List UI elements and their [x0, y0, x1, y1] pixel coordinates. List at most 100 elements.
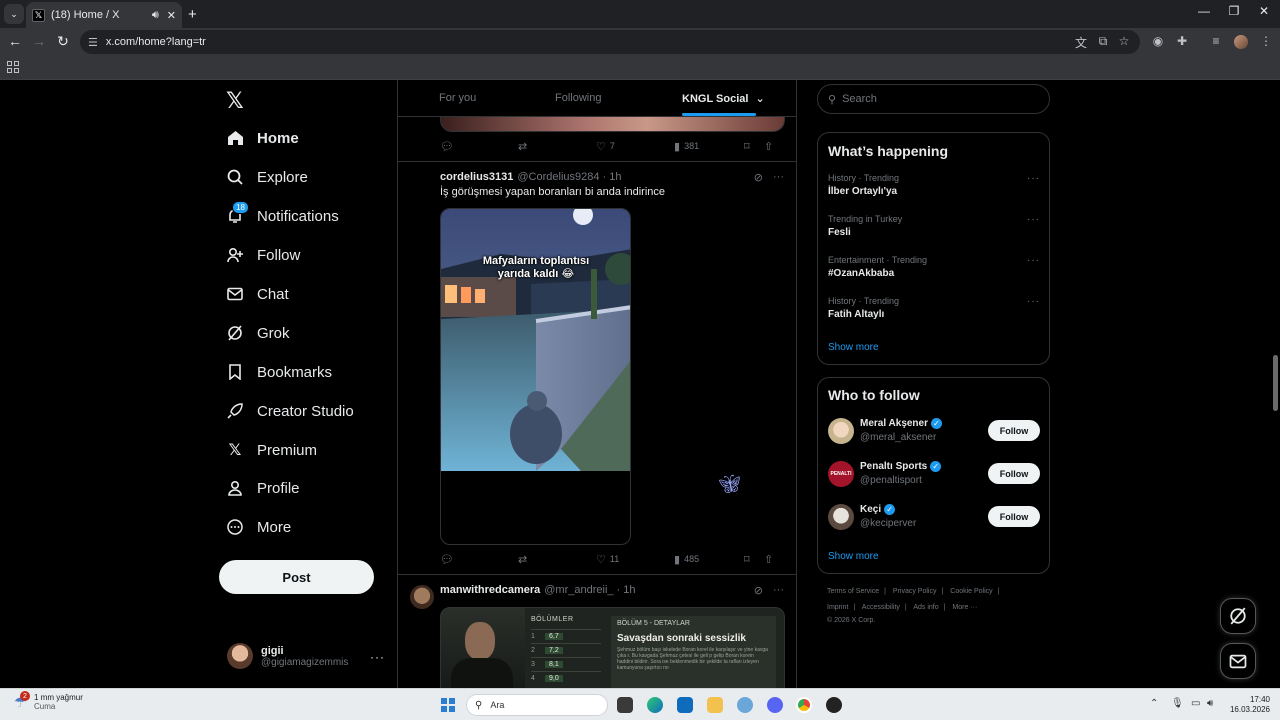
- minimize-button[interactable]: —: [1194, 4, 1214, 18]
- bookmark-button[interactable]: ⌑: [744, 140, 764, 153]
- views-button[interactable]: ▮ 381: [674, 140, 744, 153]
- tab-following[interactable]: Following: [555, 92, 601, 104]
- bookmark-button[interactable]: ⌑: [744, 553, 764, 566]
- grok-icon[interactable]: ⊘: [754, 584, 763, 597]
- tweet-author[interactable]: manwithredcamera: [440, 584, 540, 596]
- page-scrollbar[interactable]: [1270, 80, 1280, 688]
- nav-profile[interactable]: Profile: [226, 474, 300, 502]
- views-button[interactable]: ▮ 485: [674, 553, 744, 566]
- browser-tab[interactable]: 𝕏 (18) Home / X 🔊︎ ✕: [26, 2, 182, 28]
- tweet-time[interactable]: · 1h: [617, 584, 636, 596]
- nav-explore[interactable]: Explore: [226, 163, 308, 191]
- trend-item[interactable]: Entertainment · Trending #OzanAkbaba ···: [828, 255, 1040, 279]
- trend-item[interactable]: History · Trending Fatih Altaylı ···: [828, 296, 1040, 320]
- tweet-handle[interactable]: @mr_andreii_: [544, 584, 613, 596]
- show-more-link[interactable]: Show more: [828, 342, 879, 353]
- tab-search-button[interactable]: ⌄: [4, 4, 24, 24]
- search-input[interactable]: ⚲ Search: [817, 84, 1050, 114]
- task-view-icon[interactable]: [617, 697, 633, 713]
- site-info-icon[interactable]: ☰: [88, 36, 98, 49]
- file-explorer-icon[interactable]: [707, 697, 723, 713]
- follow-suggestion[interactable]: Keçi ✓ @keciperver Follow: [828, 502, 1040, 532]
- footer-link[interactable]: Ads info: [913, 604, 938, 611]
- previous-tweet-media[interactable]: [440, 116, 785, 132]
- scrollbar-thumb[interactable]: [1273, 355, 1278, 411]
- media-icon[interactable]: ≡: [1208, 34, 1224, 48]
- nav-home[interactable]: Home: [226, 124, 299, 152]
- taskbar-search[interactable]: ⚲ Ara: [466, 694, 608, 716]
- reload-button[interactable]: ↻: [54, 33, 72, 50]
- repost-button[interactable]: ⇄: [518, 553, 596, 566]
- translate-icon[interactable]: 文: [1073, 34, 1089, 51]
- browser-profile-avatar[interactable]: [1234, 35, 1248, 49]
- nav-notifications[interactable]: 18 Notifications: [226, 201, 339, 230]
- account-switcher[interactable]: gigii @gigiamagizemmis: [227, 643, 348, 669]
- trend-item[interactable]: History · Trending İlber Ortaylı'ya ···: [828, 173, 1040, 197]
- apps-grid-icon[interactable]: [7, 61, 19, 73]
- repost-button[interactable]: ⇄: [518, 140, 596, 153]
- speaker-icon[interactable]: 🔊︎: [152, 9, 159, 22]
- more-icon[interactable]: ···: [773, 584, 784, 597]
- windows-start-icon[interactable]: [441, 698, 455, 712]
- address-bar[interactable]: ☰ x.com/home?lang=tr: [80, 30, 1140, 54]
- reply-button[interactable]: 💬︎: [440, 553, 518, 566]
- edge-icon[interactable]: [647, 697, 663, 713]
- restore-button[interactable]: ❐: [1224, 4, 1244, 18]
- kebab-menu-icon[interactable]: ⋮: [1258, 34, 1274, 48]
- weather-widget[interactable]: ☂ 2 1 mm yağmur Cuma: [14, 691, 83, 711]
- nav-creator-studio[interactable]: Creator Studio: [226, 397, 354, 425]
- nav-more[interactable]: More: [226, 513, 291, 541]
- grok-fab-button[interactable]: [1220, 598, 1256, 634]
- puzzle-icon[interactable]: ✚: [1174, 34, 1190, 48]
- grok-icon[interactable]: ⊘: [754, 171, 763, 184]
- system-clock[interactable]: 17:40 16.03.2026: [1226, 695, 1270, 715]
- footer-link[interactable]: Terms of Service: [827, 588, 879, 595]
- bookmark-star-icon[interactable]: ☆: [1116, 34, 1132, 48]
- close-window-button[interactable]: ✕: [1254, 4, 1274, 18]
- follow-button[interactable]: Follow: [988, 463, 1040, 484]
- more-icon[interactable]: ···: [1027, 214, 1040, 225]
- app-icon[interactable]: [826, 697, 842, 713]
- more-icon[interactable]: ···: [1027, 255, 1040, 266]
- more-icon[interactable]: ···: [773, 171, 784, 184]
- trend-item[interactable]: Trending in Turkey Fesli ···: [828, 214, 1040, 238]
- forward-button[interactable]: →: [30, 33, 48, 49]
- back-button[interactable]: ←: [6, 33, 24, 49]
- network-icon[interactable]: ▭: [1191, 698, 1200, 709]
- footer-link[interactable]: Accessibility: [862, 604, 900, 611]
- show-more-link[interactable]: Show more: [828, 551, 879, 562]
- tweet-author-avatar[interactable]: [410, 585, 434, 609]
- nav-bookmarks[interactable]: Bookmarks: [226, 358, 332, 386]
- volume-icon[interactable]: 🔊︎: [1207, 698, 1213, 709]
- footer-link[interactable]: More ···: [952, 604, 977, 611]
- tab-kngl-social[interactable]: KNGL Social ⌄: [682, 92, 765, 105]
- follow-button[interactable]: Follow: [988, 506, 1040, 527]
- store-icon[interactable]: [677, 697, 693, 713]
- reply-button[interactable]: 💬︎: [440, 140, 518, 153]
- share-button[interactable]: ⇧: [764, 140, 777, 153]
- microphone-icon[interactable]: 🎙︎: [1171, 698, 1184, 709]
- follow-suggestion[interactable]: PENALTI Penaltı Sports ✓ @penaltisport Fo…: [828, 459, 1040, 489]
- settings-icon[interactable]: [737, 697, 753, 713]
- nav-premium[interactable]: 𝕏 Premium: [226, 436, 317, 464]
- follow-suggestion[interactable]: Meral Akşener ✓ @meral_aksener Follow: [828, 416, 1040, 446]
- account-more-icon[interactable]: ···: [370, 650, 385, 664]
- share-button[interactable]: ⇧: [764, 553, 777, 566]
- nav-grok[interactable]: Grok: [226, 319, 290, 347]
- tweet-author[interactable]: cordelius3131: [440, 171, 513, 183]
- post-button[interactable]: Post: [219, 560, 374, 594]
- nav-chat[interactable]: Chat: [226, 280, 289, 308]
- x-logo-icon[interactable]: 𝕏: [226, 88, 244, 114]
- install-app-icon[interactable]: ⧉: [1095, 34, 1111, 49]
- messages-fab-button[interactable]: [1220, 643, 1256, 679]
- new-tab-button[interactable]: +: [188, 6, 197, 23]
- footer-link[interactable]: Cookie Policy: [950, 588, 992, 595]
- close-tab-icon[interactable]: ✕: [167, 9, 176, 22]
- tweet-video[interactable]: Mafyaların toplantısı yarıda kaldı 😂: [440, 208, 631, 545]
- like-button[interactable]: ♡ 7: [596, 140, 674, 153]
- extension-icon[interactable]: ◉: [1150, 34, 1166, 48]
- follow-button[interactable]: Follow: [988, 420, 1040, 441]
- footer-link[interactable]: Privacy Policy: [893, 588, 937, 595]
- tab-for-you[interactable]: For you: [439, 92, 476, 104]
- tweet-time[interactable]: · 1h: [602, 171, 621, 183]
